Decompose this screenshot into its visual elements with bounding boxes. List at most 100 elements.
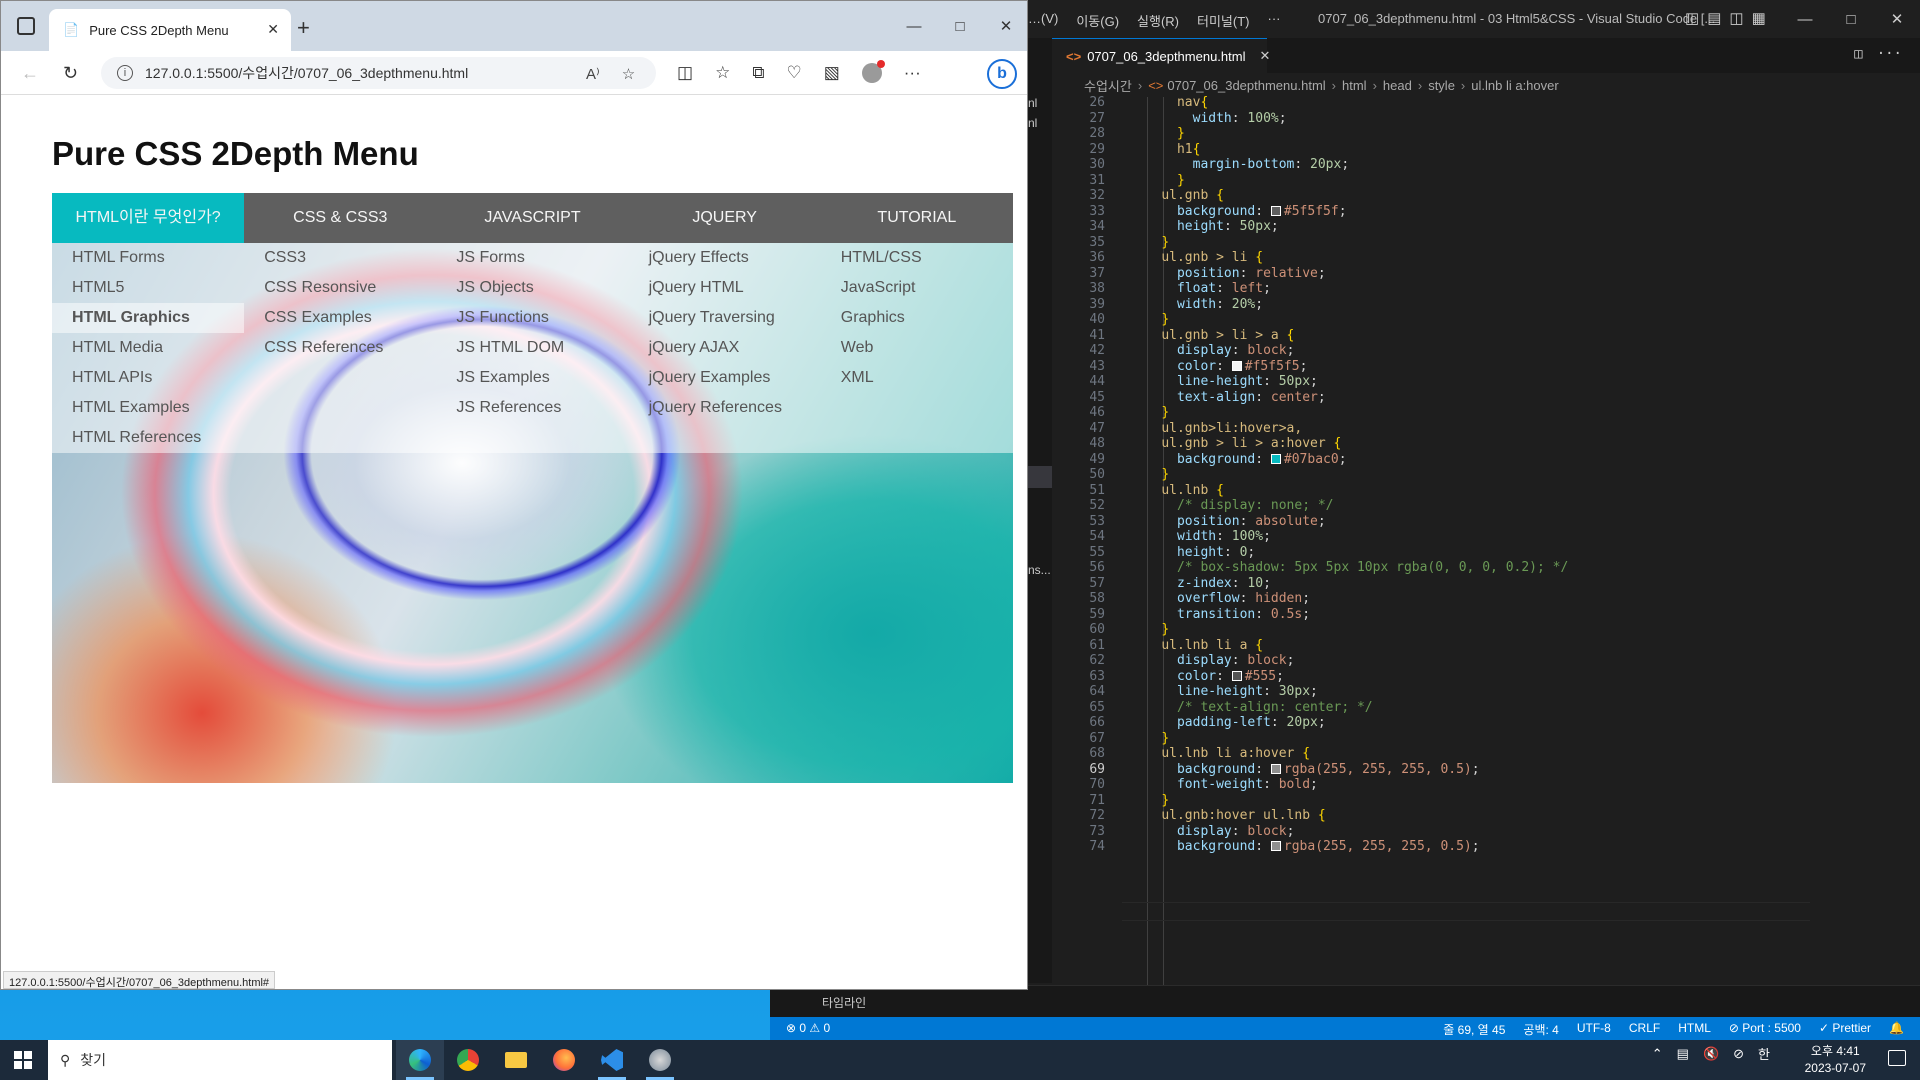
breadcrumb-item[interactable]: ul.lnb li a:hover [1471,78,1558,93]
taskbar-search[interactable]: ⚲ 찾기 [48,1040,392,1080]
maximize-icon[interactable]: □ [1828,0,1874,38]
screenshot-icon[interactable]: ▧ [824,63,840,83]
lnb-item[interactable]: HTML Graphics [52,303,245,333]
menu-more[interactable]: ··· [1268,11,1281,30]
breadcrumb-item[interactable]: 수업시간 [1084,76,1132,95]
timeline-label[interactable]: 타임라인 [822,994,866,1011]
favorite-star-icon[interactable]: ☆ [622,65,635,83]
menu-run[interactable]: 실행(R) [1137,11,1179,30]
language-status[interactable]: HTML [1678,1021,1711,1038]
taskbar-firefox[interactable] [540,1040,588,1080]
back-icon[interactable]: ← [21,63,39,84]
more-actions-icon[interactable]: ··· [1877,46,1902,62]
lnb-item[interactable]: JS Functions [436,303,628,333]
notification-icon[interactable] [1888,1050,1906,1066]
lnb-item[interactable]: jQuery Effects [629,243,821,273]
lnb-item[interactable]: HTML Media [52,333,244,363]
browser-essentials-icon[interactable]: ♡ [786,63,801,83]
lnb-item[interactable]: Web [821,333,1013,363]
browser-tab[interactable]: 📄 Pure CSS 2Depth Menu ✕ [49,9,291,51]
taskbar-edge[interactable] [396,1040,444,1080]
volume-muted-icon[interactable]: 🔇 [1703,1046,1719,1062]
live-server-status[interactable]: ⊘ Port : 5500 [1729,1021,1801,1038]
breadcrumb-item[interactable]: html [1342,78,1367,93]
lnb-item[interactable]: CSS3 [244,243,436,273]
notifications-icon[interactable]: 🔔 [1889,1021,1904,1038]
site-info-icon[interactable]: i [117,65,133,81]
gnb-item[interactable]: JAVASCRIPT [436,193,628,243]
lnb-item[interactable]: JS References [436,393,628,423]
color-swatch[interactable] [1270,841,1281,851]
split-screen-icon[interactable]: ◫ [677,63,693,83]
lnb-item[interactable]: HTML/CSS [821,243,1013,273]
gnb-item[interactable]: JQUERY [629,193,821,243]
lnb-item[interactable]: HTML5 [52,273,244,303]
color-swatch[interactable] [1270,453,1281,464]
menu-terminal[interactable]: 터미널(T) [1197,11,1249,30]
status-icon[interactable]: ⊘ [1733,1046,1744,1062]
close-tab-icon[interactable]: ✕ [1259,48,1270,64]
toggle-secondary-sidebar-icon[interactable]: ◫ [1729,9,1743,27]
lnb-item[interactable]: CSS References [244,333,436,363]
profile-avatar[interactable] [861,60,885,83]
eol-status[interactable]: CRLF [1629,1021,1660,1038]
settings-more-icon[interactable]: ··· [904,63,921,83]
lnb-item[interactable]: XML [821,363,1013,393]
lnb-item[interactable]: Graphics [821,303,1013,333]
minimize-icon[interactable]: — [1782,0,1828,38]
indentation-status[interactable]: 공백: 4 [1523,1021,1558,1038]
tab-actions-icon[interactable] [17,17,35,35]
gnb-item[interactable]: HTML이란 무엇인가? [52,193,245,243]
lnb-item[interactable]: jQuery References [629,393,821,423]
lnb-item[interactable]: jQuery HTML [629,273,821,303]
taskbar-vscode[interactable] [588,1040,636,1080]
lnb-item[interactable]: CSS Resonsive [244,273,436,303]
lnb-item[interactable]: HTML Forms [52,243,244,273]
maximize-icon[interactable]: □ [937,1,983,51]
lnb-item[interactable]: jQuery Traversing [629,303,821,333]
chevron-up-icon[interactable]: ⌃ [1652,1046,1663,1062]
minimize-icon[interactable]: — [891,1,937,51]
read-aloud-icon[interactable]: A⁾ [586,65,600,83]
gnb-item[interactable]: CSS & CSS3 [244,193,436,243]
breadcrumb-item[interactable]: 0707_06_3depthmenu.html [1167,78,1325,93]
lnb-item[interactable]: JS Objects [436,273,628,303]
color-swatch[interactable] [1270,763,1281,774]
menu-go[interactable]: 이동(G) [1076,11,1119,30]
menu-view[interactable]: …(V) [1028,11,1058,30]
cursor-position[interactable]: 줄 69, 열 45 [1443,1021,1505,1038]
taskbar-file-explorer[interactable] [492,1040,540,1080]
gnb-item[interactable]: TUTORIAL [821,193,1013,243]
color-swatch[interactable] [1231,670,1242,681]
prettier-status[interactable]: ✓ Prettier [1819,1021,1871,1038]
network-icon[interactable]: ▤ [1677,1046,1689,1062]
lnb-item[interactable]: JS Forms [436,243,628,273]
bing-icon[interactable]: b [987,59,1017,89]
taskbar-chrome[interactable] [444,1040,492,1080]
explorer-fragment[interactable]: ns... [1028,563,1051,577]
lnb-item[interactable]: HTML References [52,423,244,453]
lnb-item[interactable]: jQuery AJAX [629,333,821,363]
lnb-item[interactable]: jQuery Examples [629,363,821,393]
lnb-item[interactable]: CSS Examples [244,303,436,333]
close-icon[interactable]: ✕ [983,1,1027,51]
breadcrumb-item[interactable]: style [1428,78,1455,93]
split-editor-icon[interactable]: ◫ [1854,46,1862,62]
code-editor[interactable]: 26 nav{27 width: 100%; 28 } 29 h1{30 margi… [1052,95,1920,1017]
lnb-item[interactable]: JS Examples [436,363,628,393]
editor-tab[interactable]: <> 0707_06_3depthmenu.html ✕ [1052,38,1270,73]
collections-icon[interactable]: ⧉ [752,63,764,83]
refresh-icon[interactable]: ↻ [63,63,78,84]
toggle-panel-icon[interactable]: ▤ [1707,9,1721,27]
address-bar[interactable]: i 127.0.0.1:5500/수업시간/0707_06_3depthmenu… [101,57,656,89]
windows-start-icon[interactable] [14,1051,32,1069]
problems-status[interactable]: ⊗ 0 ⚠ 0 [786,1021,830,1035]
lnb-item[interactable]: HTML Examples [52,393,244,423]
explorer-fragment[interactable]: nl [1028,116,1037,130]
customize-layout-icon[interactable]: ▦ [1752,9,1766,27]
ime-indicator[interactable]: 한 [1758,1044,1770,1063]
toggle-sidebar-icon[interactable]: ◫ [1685,9,1699,27]
favorites-icon[interactable]: ☆ [715,63,730,83]
close-icon[interactable]: ✕ [1874,0,1920,38]
explorer-fragment[interactable]: nl [1028,96,1037,110]
